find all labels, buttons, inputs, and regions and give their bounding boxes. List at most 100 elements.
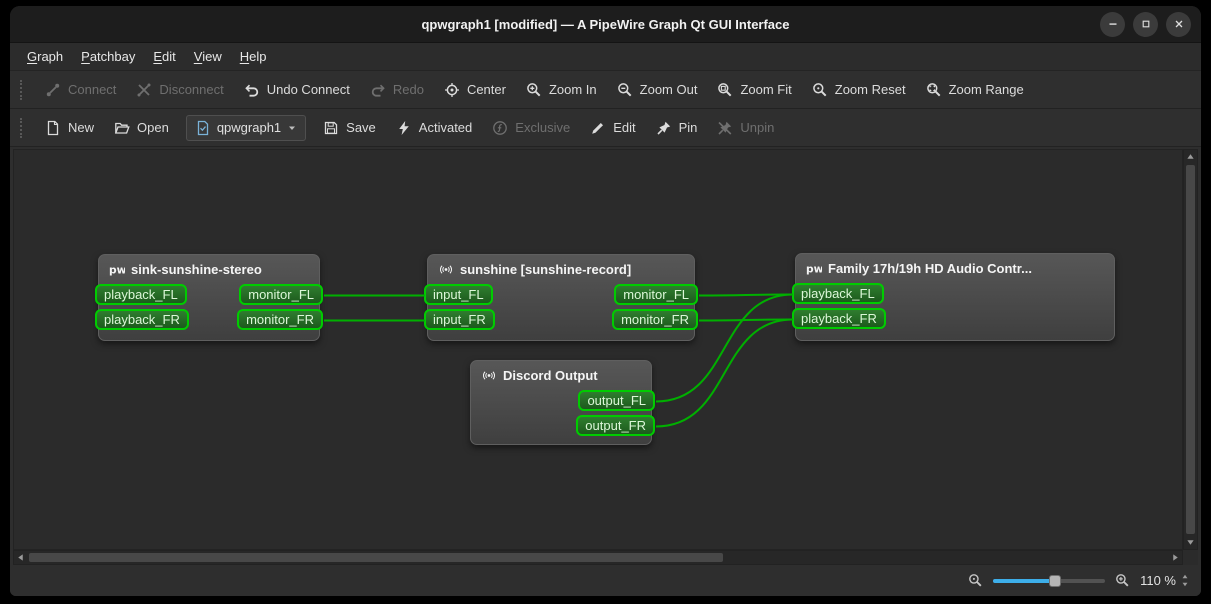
port-playback-fl[interactable]: playback_FL (95, 284, 187, 305)
pin-icon (656, 120, 672, 136)
port-output-fl[interactable]: output_FL (578, 390, 655, 411)
connect-icon (45, 82, 61, 98)
window-controls (1100, 6, 1191, 42)
new-button[interactable]: New (36, 114, 103, 142)
vertical-scroll-thumb[interactable] (1186, 165, 1195, 534)
port-input-fl[interactable]: input_FL (424, 284, 493, 305)
connect-button[interactable]: Connect (36, 76, 125, 104)
zoom-slider-handle[interactable] (1049, 575, 1061, 587)
center-button[interactable]: Center (435, 76, 515, 104)
port-monitor-fr[interactable]: monitor_FR (612, 309, 698, 330)
undo-icon (244, 82, 260, 98)
menubar: Graph Patchbay Edit View Help (10, 43, 1201, 71)
node-sunshine[interactable]: sunshine [sunshine-record] input_FL inpu… (427, 254, 695, 341)
port-playback-fl[interactable]: playback_FL (792, 283, 884, 304)
node-family-hd-audio[interactable]: pw Family 17h/19h HD Audio Contr... play… (795, 253, 1115, 341)
open-button[interactable]: Open (105, 114, 178, 142)
menu-graph[interactable]: Graph (18, 43, 72, 70)
canvas-wrap: pw sink-sunshine-stereo playback_FL play… (13, 149, 1198, 565)
connections-layer (14, 150, 1182, 549)
exclusive-label: Exclusive (515, 120, 570, 135)
minimize-icon (1106, 17, 1120, 31)
zoom-out-magnifier-icon (968, 573, 983, 588)
record-icon (481, 369, 497, 382)
menu-view[interactable]: View (185, 43, 231, 70)
scroll-left-button[interactable] (14, 551, 27, 564)
svg-text:pw: pw (109, 264, 125, 277)
disconnect-button[interactable]: Disconnect (127, 76, 232, 104)
minimize-button[interactable] (1100, 12, 1125, 37)
new-label: New (68, 120, 94, 135)
node-title: sunshine [sunshine-record] (428, 255, 694, 280)
port-output-fr[interactable]: output_FR (576, 415, 655, 436)
pipewire-icon: pw (806, 262, 822, 275)
zoom-fit-icon (717, 82, 733, 98)
pin-label: Pin (679, 120, 698, 135)
pin-button[interactable]: Pin (647, 114, 707, 142)
menu-help[interactable]: Help (231, 43, 276, 70)
graph-canvas[interactable]: pw sink-sunshine-stereo playback_FL play… (13, 149, 1183, 550)
toolbar-handle[interactable] (20, 80, 26, 100)
activated-button[interactable]: Activated (387, 114, 481, 142)
zoom-slider[interactable] (993, 573, 1105, 589)
zoom-out-icon (617, 82, 633, 98)
connection-wire[interactable] (699, 295, 793, 296)
horizontal-scrollbar[interactable] (13, 550, 1183, 565)
connection-wire[interactable] (699, 320, 793, 321)
port-monitor-fl[interactable]: monitor_FL (614, 284, 698, 305)
edit-label: Edit (613, 120, 635, 135)
scroll-right-button[interactable] (1169, 551, 1182, 564)
maximize-button[interactable] (1133, 12, 1158, 37)
scrollbar-corner (1183, 550, 1198, 565)
window-title: qpwgraph1 [modified] — A PipeWire Graph … (421, 17, 789, 32)
port-playback-fr[interactable]: playback_FR (792, 308, 886, 329)
zoom-spinbox[interactable]: 110 % (1140, 573, 1189, 588)
spin-down-icon[interactable] (1181, 581, 1189, 588)
scroll-up-button[interactable] (1184, 150, 1197, 163)
port-input-fr[interactable]: input_FR (424, 309, 495, 330)
zoom-reset-button[interactable]: Zoom Reset (803, 76, 915, 104)
node-title: pw Family 17h/19h HD Audio Contr... (796, 254, 1114, 279)
toolbar-handle[interactable] (20, 118, 26, 138)
port-monitor-fr[interactable]: monitor_FR (237, 309, 323, 330)
vertical-scrollbar[interactable] (1183, 149, 1198, 550)
patchbay-selector[interactable]: qpwgraph1 (186, 115, 306, 141)
node-discord-output[interactable]: Discord Output output_FL output_FR (470, 360, 652, 445)
exclusive-button[interactable]: Exclusive (483, 114, 579, 142)
node-sink-sunshine-stereo[interactable]: pw sink-sunshine-stereo playback_FL play… (98, 254, 320, 341)
zoom-fit-button[interactable]: Zoom Fit (708, 76, 800, 104)
graph-toolbar: Connect Disconnect Undo Connect Redo Cen… (10, 71, 1201, 109)
spinner-arrows[interactable] (1181, 573, 1189, 588)
menu-edit[interactable]: Edit (144, 43, 184, 70)
center-icon (444, 82, 460, 98)
menu-help-label: Help (240, 49, 267, 64)
unpin-button[interactable]: Unpin (708, 114, 783, 142)
unpin-label: Unpin (740, 120, 774, 135)
redo-button[interactable]: Redo (361, 76, 433, 104)
port-playback-fr[interactable]: playback_FR (95, 309, 189, 330)
zoom-range-label: Zoom Range (949, 82, 1024, 97)
zoom-out-button[interactable]: Zoom Out (608, 76, 707, 104)
patchbay-file-icon (195, 120, 211, 136)
save-button[interactable]: Save (314, 114, 385, 142)
scroll-down-button[interactable] (1184, 536, 1197, 549)
node-title-label: sunshine [sunshine-record] (460, 262, 631, 277)
port-monitor-fl[interactable]: monitor_FL (239, 284, 323, 305)
edit-button[interactable]: Edit (581, 114, 644, 142)
titlebar[interactable]: qpwgraph1 [modified] — A PipeWire Graph … (10, 6, 1201, 43)
menu-patchbay[interactable]: Patchbay (72, 43, 144, 70)
menu-patchbay-label: Patchbay (81, 49, 135, 64)
new-file-icon (45, 120, 61, 136)
horizontal-scroll-thumb[interactable] (29, 553, 723, 562)
spin-up-icon[interactable] (1181, 573, 1189, 580)
menu-view-label: View (194, 49, 222, 64)
close-button[interactable] (1166, 12, 1191, 37)
node-title: Discord Output (471, 361, 651, 386)
redo-icon (370, 82, 386, 98)
zoom-range-button[interactable]: Zoom Range (917, 76, 1033, 104)
zoom-in-label: Zoom In (549, 82, 597, 97)
chevron-down-icon (287, 123, 297, 133)
undo-connect-button[interactable]: Undo Connect (235, 76, 359, 104)
zoom-in-button[interactable]: Zoom In (517, 76, 606, 104)
zoom-reset-icon (812, 82, 828, 98)
